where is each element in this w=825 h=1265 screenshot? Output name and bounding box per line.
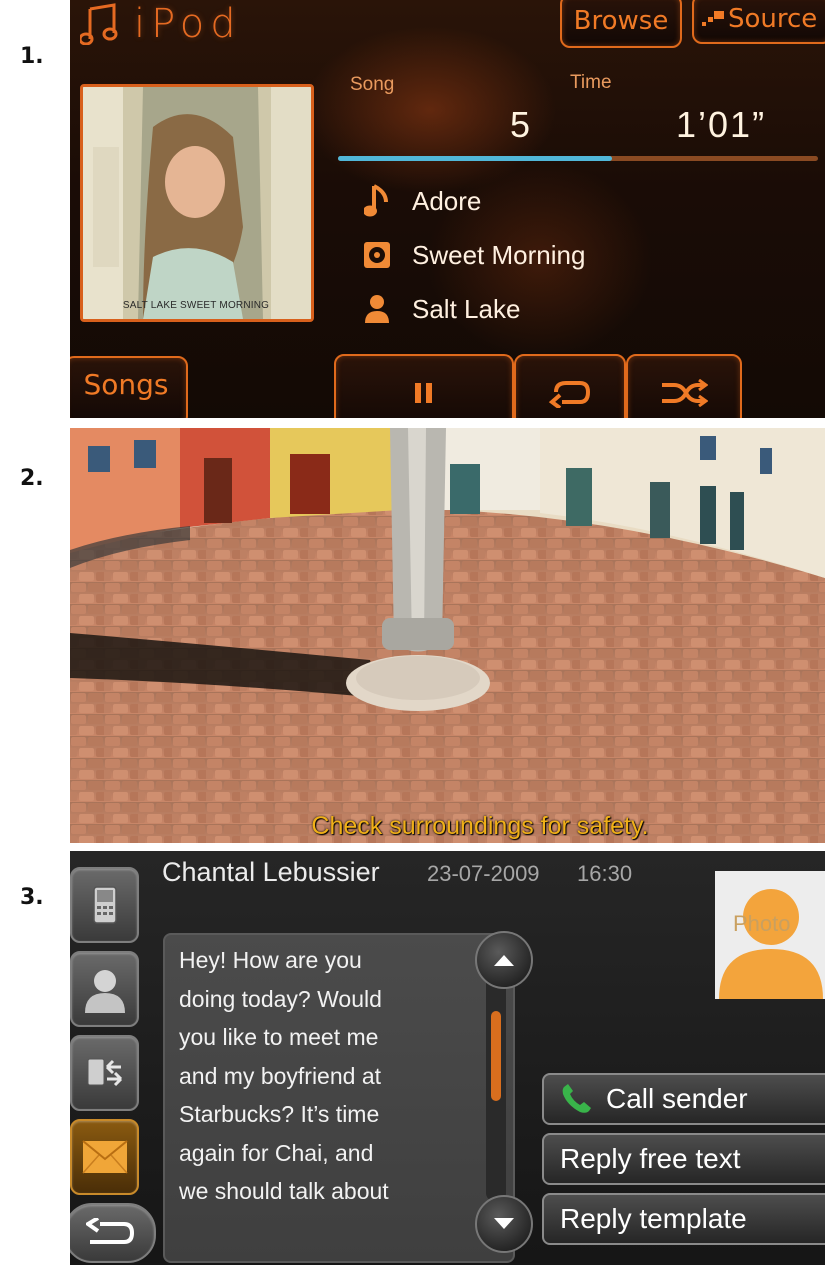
shuffle-button[interactable] [626, 354, 742, 418]
reply-free-text-label: Reply free text [560, 1143, 741, 1174]
elapsed-time: 1’01” [676, 104, 767, 145]
sender-name: Chantal Lebussier [162, 857, 380, 887]
source-button-label: Source [728, 4, 818, 34]
message-envelope-icon [81, 1140, 128, 1174]
contact-photo: Photo [715, 871, 825, 999]
rear-camera-view: Check surroundings for safety. [70, 428, 825, 843]
call-log-button[interactable] [70, 1035, 139, 1111]
sms-screen: Chantal Lebussier 23-07-2009 16:30 Photo… [70, 851, 825, 1265]
message-text: Hey! How are you doing today? Would you … [179, 947, 389, 1204]
scroll-down-button[interactable] [475, 1195, 533, 1253]
song-number: 5 [510, 104, 533, 145]
reply-template-label: Reply template [560, 1203, 747, 1234]
contacts-button[interactable] [70, 951, 139, 1027]
call-sender-label: Call sender [606, 1083, 748, 1114]
artist-name: Salt Lake [412, 293, 521, 324]
progress-fill [338, 156, 612, 161]
pause-button[interactable] [334, 354, 514, 418]
photo-label: Photo [733, 911, 791, 936]
pause-icon [415, 383, 432, 403]
message-time: 16:30 [577, 861, 633, 886]
album-name: Sweet Morning [412, 239, 586, 270]
panel-number-1: 1. [20, 44, 44, 69]
message-body[interactable]: Hey! How are you doing today? Would you … [163, 933, 515, 1263]
album-row: Sweet Morning [362, 234, 585, 276]
music-note-icon [80, 3, 118, 45]
album-caption: SALT LAKE SWEET MORNING [122, 300, 270, 311]
panel-number-2: 2. [20, 466, 44, 491]
repeat-button[interactable] [514, 354, 626, 418]
songs-button[interactable]: Songs [70, 356, 188, 418]
album-cover-image [83, 87, 311, 319]
progress-bar[interactable] [338, 156, 818, 161]
chevron-down-icon [494, 1218, 514, 1229]
track-title: Adore [412, 185, 482, 216]
person-icon [365, 295, 389, 323]
chevron-up-icon [494, 955, 514, 966]
phone-button[interactable] [70, 867, 139, 943]
source-icon [702, 11, 724, 26]
app-title: iPod [134, 1, 242, 47]
panel-number-3: 3. [20, 885, 44, 910]
shuffle-icon [662, 379, 708, 407]
ipod-screen: iPod Browse Source SALT LAKE SWEET MORNI… [70, 0, 825, 418]
messages-button[interactable] [70, 1119, 139, 1195]
call-sender-button[interactable]: Call sender [542, 1073, 825, 1125]
safety-warning: Check surroundings for safety. [311, 812, 649, 840]
album-art: SALT LAKE SWEET MORNING [80, 84, 314, 322]
track-title-row: Adore [362, 180, 481, 222]
camera-image [70, 428, 825, 843]
album-disc-icon [364, 242, 390, 268]
scroll-up-button[interactable] [475, 931, 533, 989]
songs-button-label: Songs [83, 368, 169, 401]
contacts-icon [84, 970, 125, 1013]
reply-free-text-button[interactable]: Reply free text [542, 1133, 825, 1185]
repeat-icon [548, 381, 591, 408]
time-label: Time [570, 72, 612, 93]
browse-button[interactable]: Browse [560, 0, 682, 48]
song-label: Song [350, 74, 395, 95]
music-note-icon [364, 184, 388, 217]
back-arrow-icon [86, 1218, 134, 1244]
scroll-thumb[interactable] [491, 1011, 501, 1101]
ipod-header: iPod [80, 1, 242, 47]
message-date: 23-07-2009 [427, 861, 540, 886]
call-log-icon [87, 1058, 122, 1087]
browse-button-label: Browse [573, 6, 669, 36]
reply-template-button[interactable]: Reply template [542, 1193, 825, 1245]
artist-row: Salt Lake [362, 288, 520, 330]
phone-handset-icon [562, 1084, 591, 1113]
back-button[interactable] [70, 1203, 156, 1263]
phone-icon [92, 886, 117, 924]
source-button[interactable]: Source [692, 0, 825, 44]
